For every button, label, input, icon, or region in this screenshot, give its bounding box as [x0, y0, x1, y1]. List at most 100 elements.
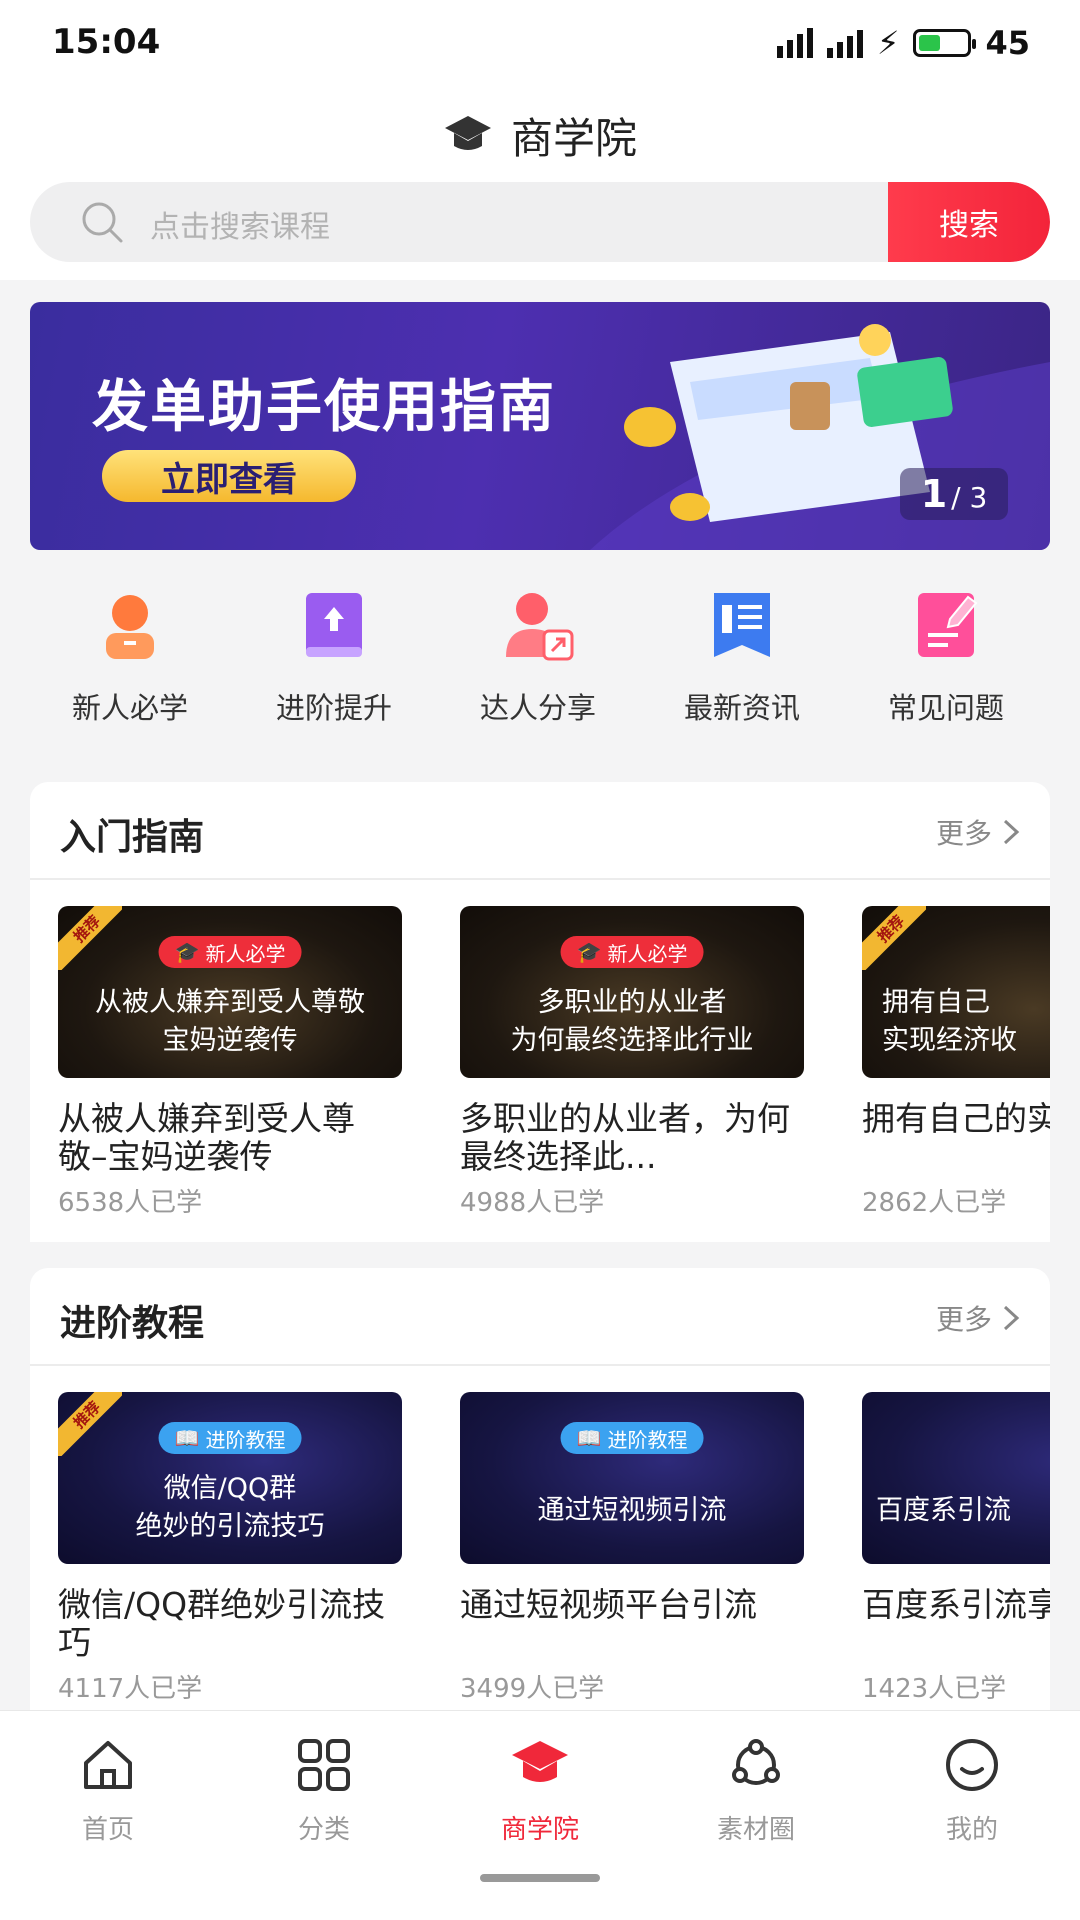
shortcut-share[interactable]: 达人分享: [436, 575, 640, 745]
recommend-tag: 推荐: [862, 906, 926, 970]
thumbnail-text: 通过短视频引流: [537, 1495, 727, 1526]
recommend-tag: 推荐: [58, 1392, 122, 1456]
category-pill: 📖 进阶教程: [560, 1422, 704, 1454]
course-title: 多职业的从业者，为何最终选择此...: [460, 1100, 790, 1176]
category-grid-icon: [298, 1739, 350, 1791]
section-header: 入门指南 更多: [30, 782, 1050, 880]
profile-smile-icon: [946, 1739, 998, 1791]
section-header: 进阶教程 更多: [30, 1268, 1050, 1366]
thumbnail-text: 多职业的从业者 为何最终选择此行业: [510, 987, 754, 1056]
book-mini-icon: 📖: [576, 1426, 602, 1450]
charging-icon: ⚡: [877, 24, 900, 62]
course-list: 推荐 🎓 新人必学 从被人嫌弃到受人尊敬 宝妈逆袭传 从被人嫌弃到受人尊敬–宝妈逆袭…: [30, 880, 1050, 1240]
pager-current: 1: [920, 472, 948, 516]
nav-home[interactable]: 首页: [0, 1735, 216, 1846]
nav-label: 素材圈: [716, 1815, 795, 1845]
thumbnail-text: 从被人嫌弃到受人尊敬 宝妈逆袭传: [95, 987, 365, 1056]
material-circle-icon: [732, 1739, 780, 1785]
search-button[interactable]: 搜索: [888, 182, 1050, 262]
page-title: 商学院: [510, 113, 637, 163]
thumbnail-text: 拥有自己 实现经济收: [882, 987, 1017, 1056]
network-4g-icon: [777, 28, 813, 58]
learner-count: 3499人已学: [460, 1674, 605, 1704]
course-thumbnail: 推荐 📖 进阶教程 微信/QQ群 绝妙的引流技巧: [58, 1392, 402, 1564]
pager-total: / 3: [951, 481, 988, 514]
course-title: 从被人嫌弃到受人尊敬–宝妈逆袭传: [58, 1100, 355, 1176]
learner-count: 2862人已学: [862, 1188, 1007, 1218]
course-card[interactable]: 推荐 🎓 新人必学 从被人嫌弃到受人尊敬 宝妈逆袭传 从被人嫌弃到受人尊敬–宝妈逆袭…: [58, 906, 402, 1219]
course-card[interactable]: 🎓 新人必学 多职业的从业者 为何最终选择此行业 多职业的从业者，为何最终选择此..…: [460, 906, 804, 1219]
thumbnail-text: 微信/QQ群 绝妙的引流技巧: [135, 1473, 325, 1542]
course-thumbnail: 📖 进阶教程 通过短视频引流: [460, 1392, 804, 1564]
shortcut-label: 最新资讯: [683, 691, 800, 725]
signal-icon: [827, 28, 863, 58]
learner-count: 4988人已学: [460, 1188, 605, 1218]
search-icon: [82, 202, 123, 243]
thumbnail-text: 百度系引流: [876, 1495, 1011, 1526]
category-pill: 📖 进阶教程: [158, 1422, 302, 1454]
search-input[interactable]: 点击搜索课程 搜索: [30, 182, 1050, 262]
cap-mini-icon: 🎓: [576, 940, 602, 964]
course-list: 推荐 📖 进阶教程 微信/QQ群 绝妙的引流技巧 微信/QQ群绝妙引流技巧 4117…: [30, 1366, 1050, 1710]
status-right: ⚡ 45: [777, 24, 1030, 62]
course-title: 拥有自己的实现经济收: [862, 1100, 1050, 1138]
chevron-right-icon: [1003, 1305, 1020, 1331]
section-title: 进阶教程: [60, 1303, 205, 1344]
recommend-tag: 推荐: [58, 906, 122, 970]
status-time: 15:04: [52, 22, 161, 62]
advance-book-icon: [306, 593, 362, 657]
bottom-nav: 首页 分类 商学院 素材圈 我的: [0, 1710, 1080, 1920]
banner-cta-button[interactable]: 立即查看: [102, 450, 356, 502]
nav-label: 首页: [81, 1815, 134, 1845]
shortcut-advance[interactable]: 进阶提升: [232, 575, 436, 745]
category-pill: 🎓 新人必学: [158, 936, 302, 968]
nav-material[interactable]: 素材圈: [648, 1735, 864, 1846]
course-card[interactable]: 📖进阶 百度系引流 百度系引流享 1423人已学: [862, 1392, 1050, 1705]
shortcut-label: 达人分享: [479, 691, 596, 725]
more-label: 更多: [935, 1303, 992, 1336]
shortcut-faq[interactable]: 常见问题: [844, 575, 1048, 745]
search-bar: 点击搜索课程 搜索: [0, 180, 1080, 280]
shortcut-row: 新人必学 进阶提升 达人分享 最新资讯 常见问题: [0, 575, 1080, 745]
shortcut-label: 常见问题: [887, 691, 1004, 725]
more-link[interactable]: 更多: [936, 1298, 1020, 1338]
status-bar: 15:04 ⚡ 45: [0, 0, 1080, 90]
home-indicator[interactable]: [480, 1874, 600, 1882]
course-title: 微信/QQ群绝妙引流技巧: [58, 1586, 386, 1662]
cap-mini-icon: 🎓: [174, 940, 200, 964]
learner-count: 1423人已学: [862, 1674, 1007, 1704]
nav-label: 我的: [945, 1815, 998, 1845]
course-card[interactable]: 推荐 🎓新人 拥有自己实现经济收 拥有自己的实现经济收 2862人已学: [862, 906, 1050, 1219]
newbie-icon: [106, 595, 154, 659]
course-thumbnail: 推荐 🎓新人 拥有自己实现经济收: [862, 906, 1050, 1078]
promo-banner[interactable]: 发单助手使用指南 立即查看 1 / 3: [30, 302, 1050, 550]
nav-profile[interactable]: 我的: [864, 1735, 1080, 1846]
shortcut-label: 进阶提升: [275, 691, 392, 725]
graduation-cap-icon: [444, 116, 491, 150]
book-mini-icon: 📖: [174, 1426, 200, 1450]
learner-count: 6538人已学: [58, 1188, 203, 1218]
nav-label: 商学院: [500, 1815, 579, 1845]
course-thumbnail: 🎓 新人必学 多职业的从业者 为何最终选择此行业: [460, 906, 804, 1078]
nav-label: 分类: [297, 1815, 350, 1845]
home-icon: [84, 1741, 132, 1789]
section-title: 入门指南: [60, 817, 205, 858]
chevron-right-icon: [1003, 819, 1020, 845]
category-pill: 🎓 新人必学: [560, 936, 704, 968]
battery-level: 45: [985, 24, 1030, 62]
search-placeholder: 点击搜索课程: [150, 210, 330, 245]
nav-category[interactable]: 分类: [216, 1735, 432, 1846]
shortcut-news[interactable]: 最新资讯: [640, 575, 844, 745]
page-header: 商学院: [0, 90, 1080, 180]
more-link[interactable]: 更多: [936, 812, 1020, 852]
course-thumbnail: 📖进阶 百度系引流: [862, 1392, 1050, 1564]
section-guide: 入门指南 更多 推荐 🎓 新人必学 从被人嫌弃到受人尊敬 宝妈逆袭传 从被人嫌弃到受…: [30, 782, 1050, 1242]
faq-note-icon: [918, 593, 978, 657]
course-title: 通过短视频平台引流: [460, 1586, 757, 1624]
share-user-icon: [506, 593, 574, 661]
learner-count: 4117人已学: [58, 1674, 203, 1704]
course-card[interactable]: 📖 进阶教程 通过短视频引流 通过短视频平台引流 3499人已学: [460, 1392, 804, 1705]
shortcut-newbie[interactable]: 新人必学: [28, 575, 232, 745]
nav-academy[interactable]: 商学院: [432, 1735, 648, 1846]
course-card[interactable]: 推荐 📖 进阶教程 微信/QQ群 绝妙的引流技巧 微信/QQ群绝妙引流技巧 4117…: [58, 1392, 402, 1705]
